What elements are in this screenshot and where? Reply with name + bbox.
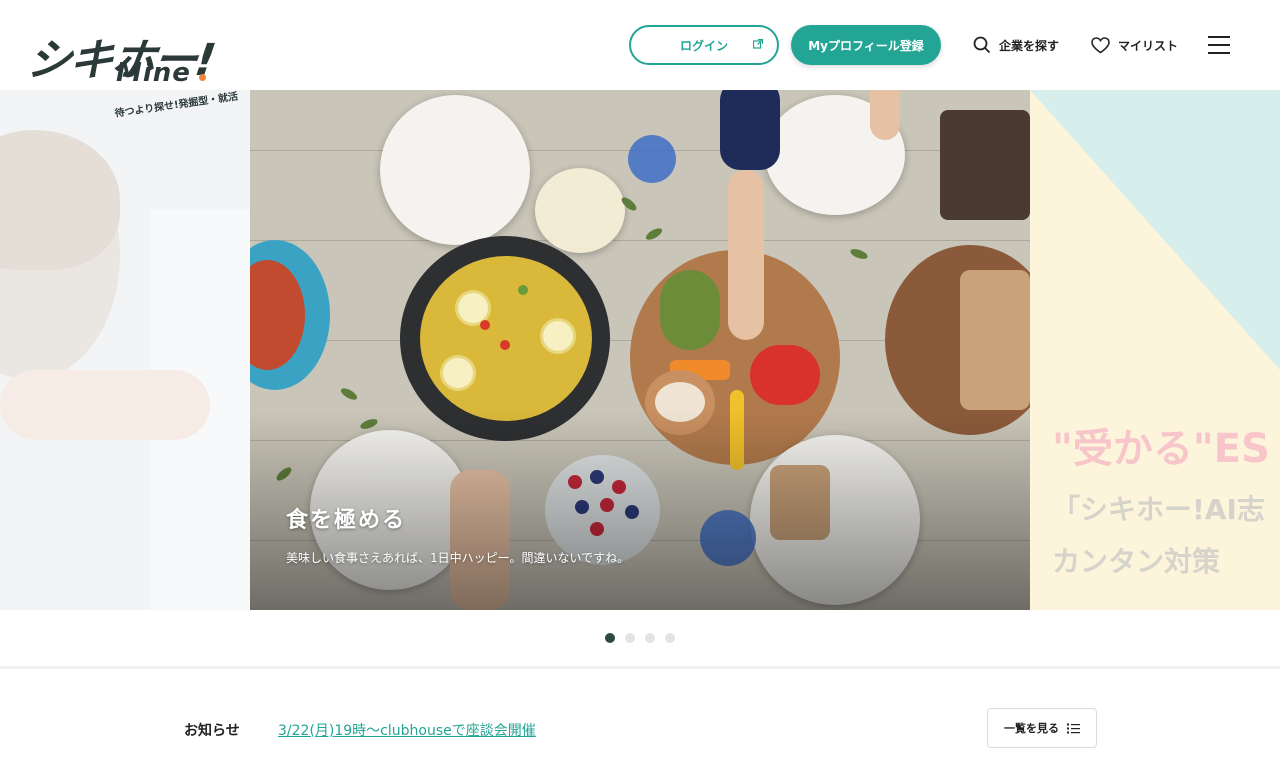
search-companies-link[interactable]: 企業を探す <box>973 36 1059 54</box>
site-logo[interactable]: シキホー! Mine 待つより探せ!発掘型・就活 <box>24 24 239 124</box>
register-label: Myプロフィール登録 <box>808 38 924 53</box>
carousel-pagination <box>0 633 1280 643</box>
logo-tagline: 待つより探せ!発掘型・就活 <box>114 91 239 120</box>
view-all-news-button[interactable]: 一覧を見る <box>987 708 1097 748</box>
mylist-label: マイリスト <box>1117 38 1178 53</box>
logo-mine-text: Mine <box>116 58 191 88</box>
news-label: お知らせ <box>184 723 240 739</box>
hero-carousel[interactable]: 食を極める 美味しい食事さえあれば、1日中ハッピー。間違いないですね。 "受かる… <box>0 90 1280 610</box>
slide-subtitle: 美味しい食事さえあれば、1日中ハッピー。間違いないですね。 <box>286 551 630 565</box>
carousel-slide-active[interactable]: 食を極める 美味しい食事さえあれば、1日中ハッピー。間違いないですね。 <box>250 90 1030 610</box>
carousel-dot-2[interactable] <box>625 633 635 643</box>
hamburger-menu-icon[interactable] <box>1208 36 1230 54</box>
header-nav: ログイン Myプロフィール登録 企業を探す マイリスト <box>628 25 1230 65</box>
carousel-dot-1[interactable] <box>605 633 615 643</box>
carousel-slide-previous[interactable] <box>0 90 250 610</box>
mylist-link[interactable]: マイリスト <box>1091 36 1178 54</box>
slide-title: 食を極める <box>286 508 407 533</box>
search-icon <box>973 36 991 54</box>
news-bar: お知らせ 3/22(月)19時〜clubhouseで座談会開催 一覧を見る <box>0 700 1280 760</box>
news-headline-link[interactable]: 3/22(月)19時〜clubhouseで座談会開催 <box>278 720 536 740</box>
section-divider <box>0 666 1280 669</box>
carousel-slide-next[interactable]: "受かる"ES 「シキホー!AI志 カンタン対策 <box>1030 90 1280 610</box>
register-button[interactable]: Myプロフィール登録 <box>790 25 941 65</box>
search-companies-label: 企業を探す <box>998 38 1059 53</box>
carousel-dot-4[interactable] <box>665 633 675 643</box>
list-icon <box>1067 723 1080 733</box>
view-all-label: 一覧を見る <box>1004 722 1059 735</box>
login-label: ログイン <box>679 38 728 53</box>
logo-accent-dot <box>199 74 206 81</box>
plate-image <box>380 95 530 245</box>
login-button[interactable]: ログイン <box>628 25 779 65</box>
carousel-dot-3[interactable] <box>645 633 655 643</box>
heart-icon <box>1091 36 1110 53</box>
external-link-icon <box>752 39 763 49</box>
